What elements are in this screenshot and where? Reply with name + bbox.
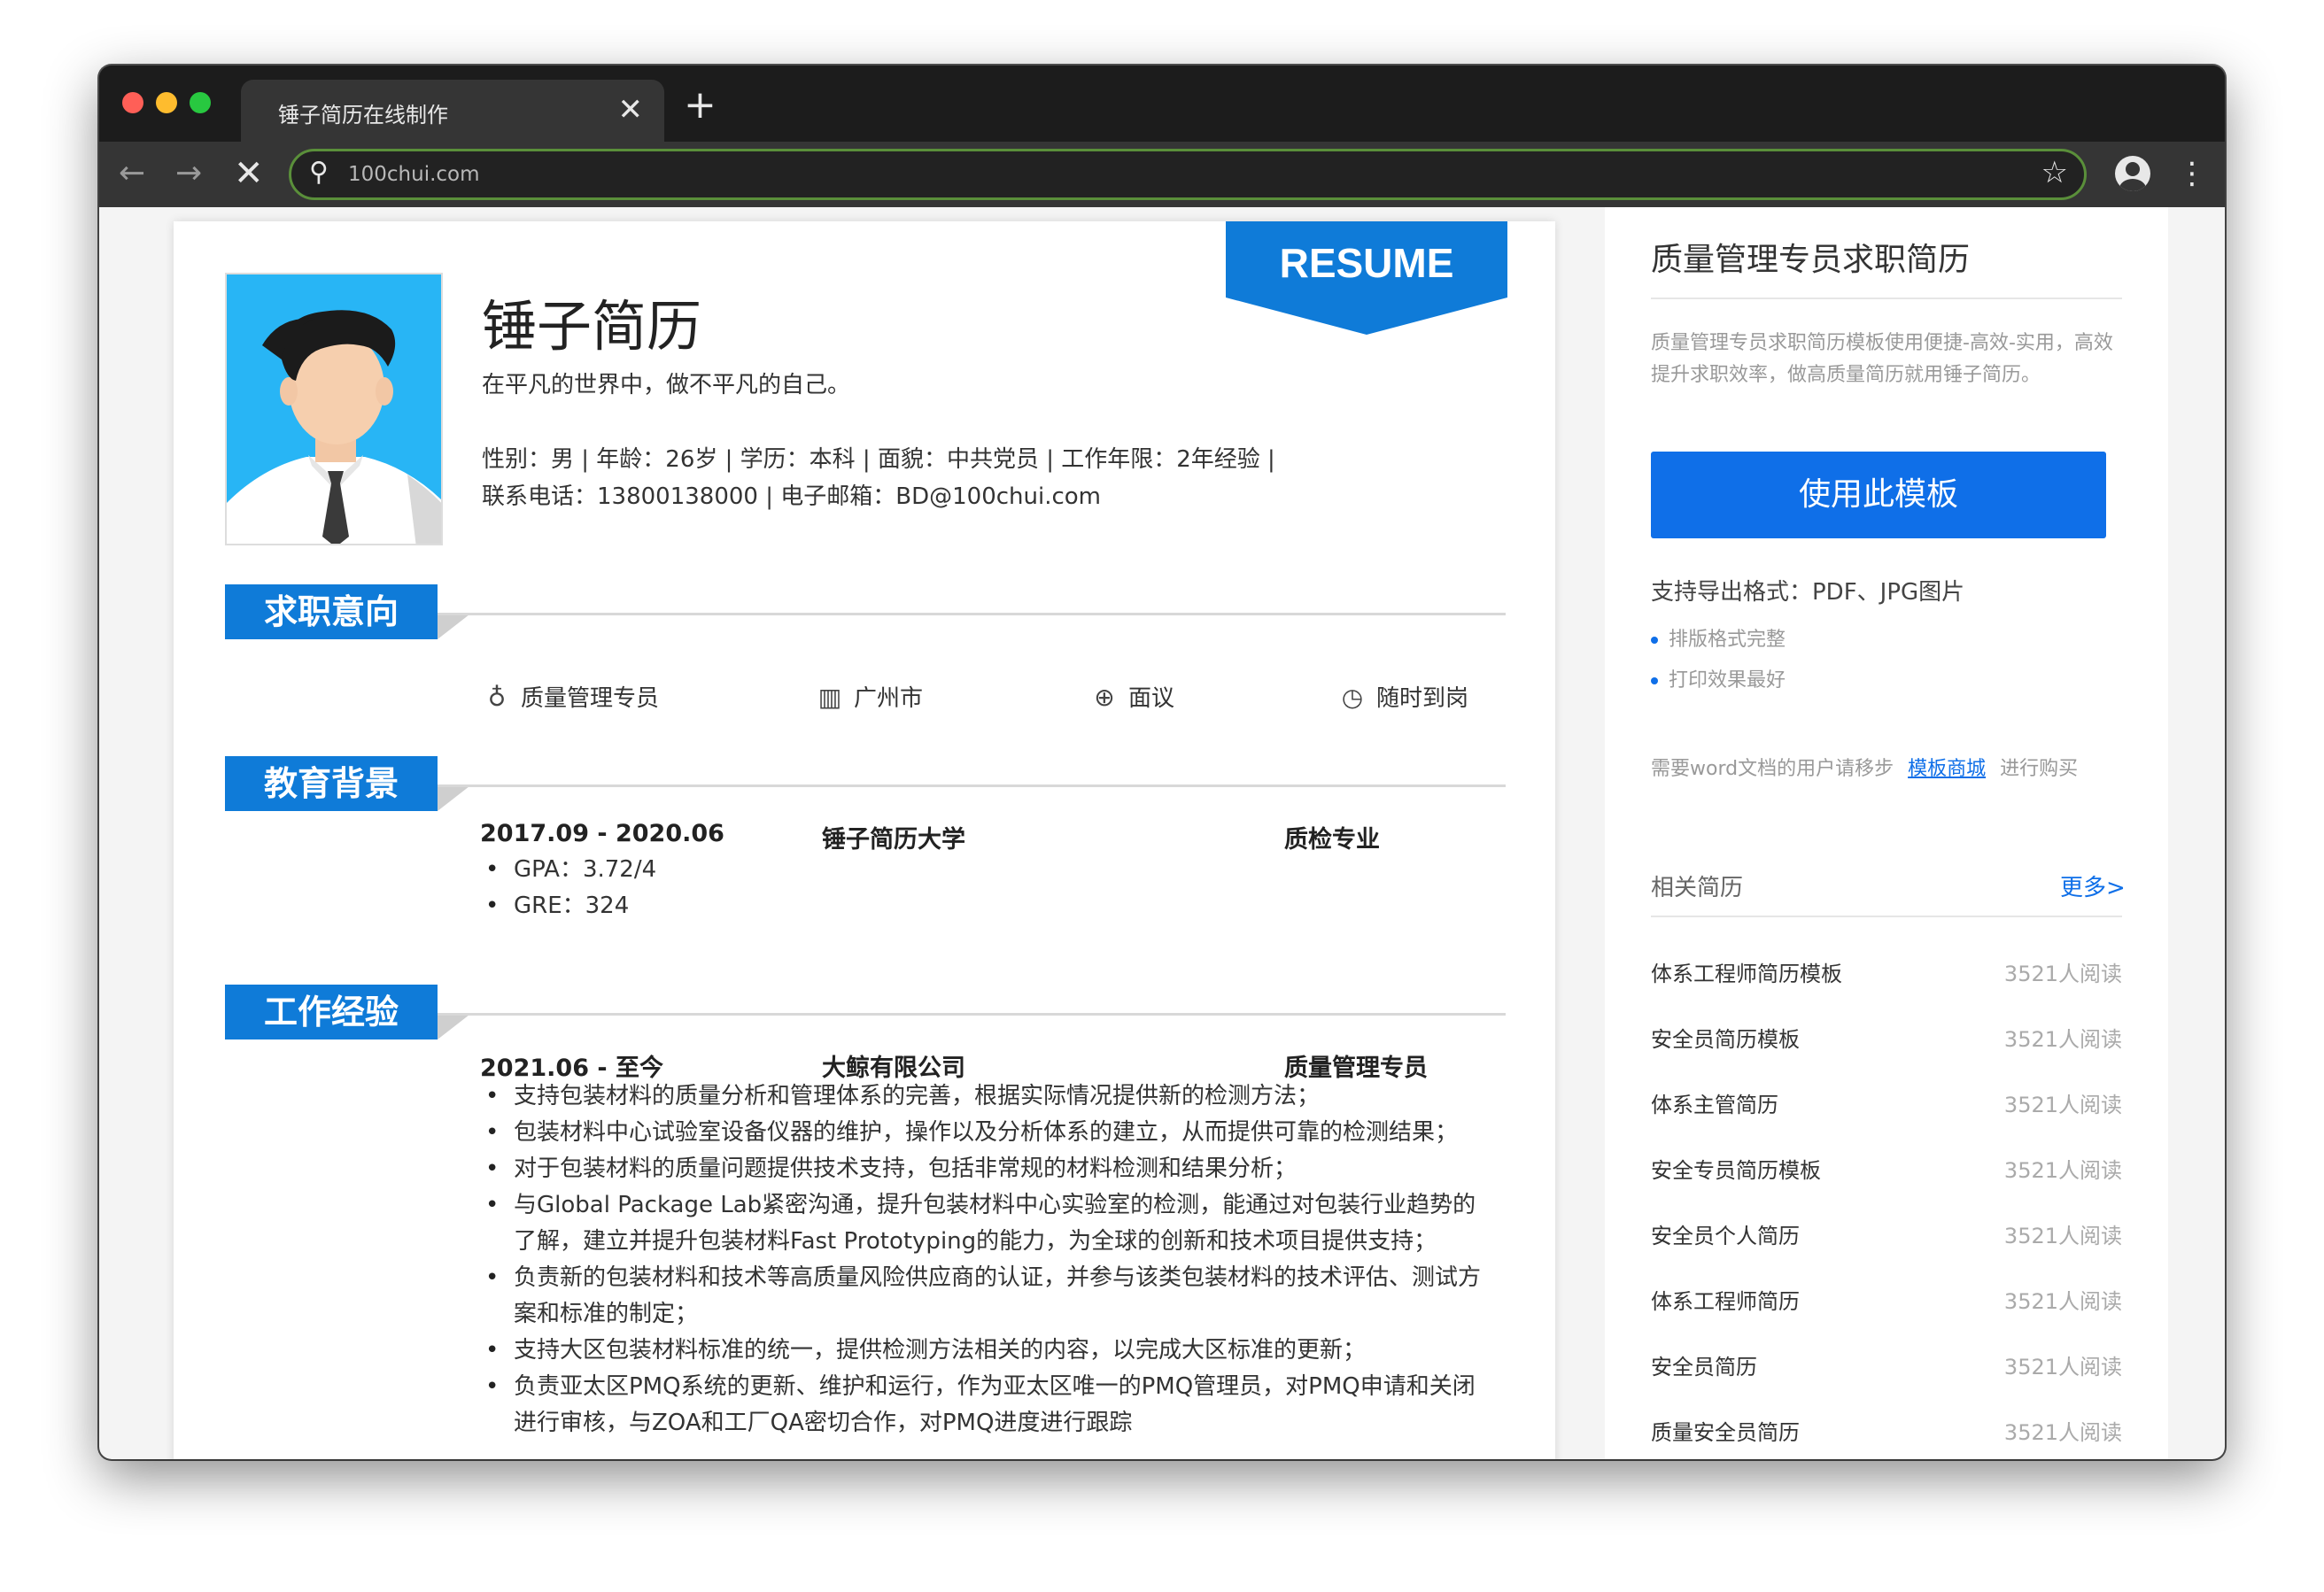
browser-menu-icon[interactable]: ⋮ [2177, 154, 2207, 193]
more-link[interactable]: 更多> [2060, 869, 2126, 902]
intent-position: ♁ 质量管理专员 [482, 680, 659, 713]
section-education-header: 教育背景 [225, 756, 438, 811]
intent-city: ▥ 广州市 [815, 680, 923, 713]
address-bar[interactable]: ⚲ 100chui.com ☆ [289, 149, 2087, 200]
related-item[interactable]: 体系主管简历 3521人阅读 [1651, 1087, 2122, 1123]
education-details: GPA：3.72/4 GRE：324 [480, 852, 1499, 924]
minimize-window-button[interactable] [156, 92, 177, 113]
list-item: 负责新的包装材料和技术等高质量风险供应商的认证，并参与该类包装材料的技术评估、测… [480, 1260, 1490, 1333]
building-icon: ▥ [817, 683, 842, 712]
template-description: 质量管理专员求职简历模板使用便捷-高效-实用，高效提升求职效率，做高质量简历就用… [1651, 332, 2113, 386]
page-viewport: RESUME 锤子简历 在平凡的世界中，做不平凡的自己。 性别：男 | 年龄：2… [99, 207, 2225, 1459]
url-text[interactable]: 100chui.com [348, 163, 480, 186]
list-item: 负责亚太区PMQ系统的更新、维护和运行，作为亚太区唯一的PMQ管理员，对PMQ申… [480, 1369, 1490, 1441]
section-intent-divider [438, 613, 1506, 615]
browser-window: 锤子简历在线制作 ✕ + ← → ✕ ⚲ 100chui.com ☆ ⋮ RES… [99, 66, 2225, 1459]
work-details: 支持包装材料的质量分析和管理体系的完善，根据实际情况提供新的检测方法； 包装材料… [480, 1078, 1490, 1441]
education-major: 质检专业 [1284, 826, 1380, 854]
resume-motto: 在平凡的世界中，做不平凡的自己。 [482, 372, 851, 398]
search-icon: ⚲ [309, 157, 329, 188]
browser-tab[interactable]: 锤子简历在线制作 ✕ [241, 80, 664, 142]
intent-salary: ⊕ 面议 [1089, 680, 1174, 713]
feature-item: 打印效果最好 [1651, 664, 1786, 692]
template-sidebar: 质量管理专员求职简历 质量管理专员求职简历模板使用便捷-高效-实用，高效提升求职… [1605, 207, 2168, 1459]
yen-icon: ⊕ [1094, 683, 1115, 712]
related-item[interactable]: 安全员个人简历 3521人阅读 [1651, 1218, 2122, 1254]
sidebar-divider [1651, 298, 2122, 299]
related-item[interactable]: 体系工程师简历模板 3521人阅读 [1651, 956, 2122, 992]
education-school: 锤子简历大学 [822, 826, 965, 854]
section-education-tail [438, 786, 469, 811]
resume-preview: RESUME 锤子简历 在平凡的世界中，做不平凡的自己。 性别：男 | 年龄：2… [174, 221, 1555, 1459]
browser-toolbar: ← → ✕ ⚲ 100chui.com ☆ ⋮ [99, 142, 2225, 207]
list-item: 与Global Package Lab紧密沟通，提升包装材料中心实验室的检测，能… [480, 1187, 1490, 1260]
list-item: 支持包装材料的质量分析和管理体系的完善，根据实际情况提供新的检测方法； [480, 1078, 1490, 1115]
forward-arrow-icon[interactable]: → [175, 152, 202, 195]
section-work-tail [438, 1015, 469, 1039]
list-item: 对于包装材料的质量问题提供技术支持，包括非常规的材料检测和结果分析； [480, 1151, 1490, 1187]
section-intent-tail [438, 614, 469, 639]
list-item: 支持大区包装材料标准的统一，提供检测方法相关的内容，以完成大区标准的更新； [480, 1333, 1490, 1369]
profile-avatar-icon[interactable] [2115, 156, 2150, 191]
related-divider [1651, 916, 2122, 917]
section-intent-header: 求职意向 [225, 584, 438, 639]
related-item[interactable]: 体系工程师简历 3521人阅读 [1651, 1284, 2122, 1319]
section-education-divider [438, 784, 1506, 787]
resume-badge-text: RESUME [1279, 240, 1454, 286]
section-work-header: 工作经验 [225, 985, 438, 1039]
resume-badge: RESUME [1226, 221, 1507, 335]
list-item: 包装材料中心试验室设备仪器的维护，操作以及分析体系的建立，从而提供可靠的检测结果… [480, 1115, 1490, 1151]
maximize-window-button[interactable] [190, 92, 211, 113]
resume-name: 锤子简历 [482, 294, 702, 359]
tab-title: 锤子简历在线制作 [278, 103, 448, 128]
feature-item: 排版格式完整 [1651, 623, 1786, 652]
stop-loading-icon[interactable]: ✕ [234, 152, 264, 195]
intent-availability: ◷ 随时到岗 [1337, 680, 1468, 713]
personal-info-line-1: 性别：男 | 年龄：26岁 | 学历：本科 | 面貌：中共党员 | 工作年限：2… [482, 446, 1275, 473]
bookmark-star-icon[interactable]: ☆ [2041, 155, 2068, 190]
word-note: 需要word文档的用户请移步 模板商城 进行购买 [1651, 758, 2079, 780]
medal-icon: ♁ [487, 683, 507, 712]
related-resumes-label: 相关简历 [1651, 875, 1744, 901]
tab-bar: 锤子简历在线制作 ✕ + [99, 66, 2225, 142]
list-item: GRE：324 [480, 888, 1499, 924]
clock-icon: ◷ [1341, 683, 1364, 712]
related-item[interactable]: 安全员简历模板 3521人阅读 [1651, 1022, 2122, 1057]
profile-photo [225, 273, 443, 545]
use-template-button[interactable]: 使用此模板 [1651, 452, 2106, 538]
related-item[interactable]: 安全员简历 3521人阅读 [1651, 1349, 2122, 1385]
template-store-link[interactable]: 模板商城 [1908, 758, 1986, 780]
export-formats: 支持导出格式：PDF、JPG图片 [1651, 579, 1965, 606]
tab-close-icon[interactable]: ✕ [618, 92, 644, 128]
new-tab-button[interactable]: + [684, 83, 717, 128]
back-arrow-icon[interactable]: ← [119, 152, 145, 195]
education-period: 2017.09 - 2020.06 [480, 820, 724, 847]
related-item[interactable]: 质量安全员简历 3521人阅读 [1651, 1415, 2122, 1450]
related-item[interactable]: 安全专员简历模板 3521人阅读 [1651, 1153, 2122, 1188]
list-item: GPA：3.72/4 [480, 852, 1499, 888]
template-title: 质量管理专员求职简历 [1651, 242, 1971, 278]
section-work-divider [438, 1013, 1506, 1016]
close-window-button[interactable] [122, 92, 143, 113]
personal-info-line-2: 联系电话：13800138000 | 电子邮箱：BD@100chui.com [482, 483, 1102, 510]
